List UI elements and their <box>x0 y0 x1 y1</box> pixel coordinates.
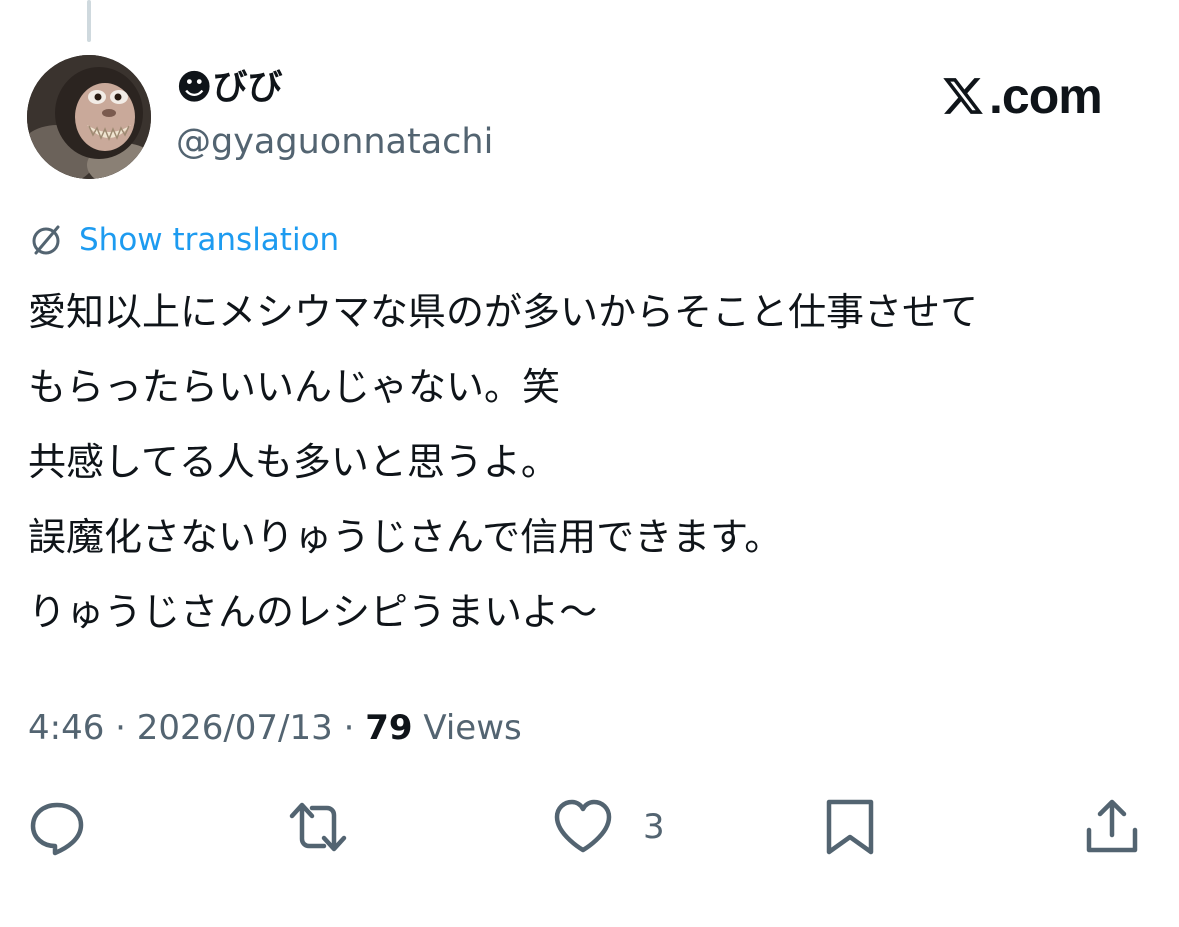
thread-connector-line <box>87 0 91 42</box>
bookmark-button[interactable] <box>820 797 880 857</box>
views-count: 79 <box>365 708 413 748</box>
retweet-icon <box>289 802 347 852</box>
show-translation-link[interactable]: Show translation <box>28 218 339 262</box>
views-label: Views <box>423 708 522 748</box>
post-time[interactable]: 4:46 <box>28 708 104 748</box>
author-display-name[interactable]: ☻びび <box>176 66 283 110</box>
show-translation-label[interactable]: Show translation <box>79 222 339 258</box>
post-text-line: 共感してる人も多いと思うよ。 <box>28 440 559 484</box>
reply-icon <box>30 802 84 856</box>
retweet-button[interactable] <box>288 797 348 857</box>
heart-icon <box>554 799 612 853</box>
monkey-avatar-icon <box>27 55 151 179</box>
translate-icon <box>32 225 60 255</box>
share-icon <box>1086 799 1138 853</box>
post-text-line: もらったらいいんじゃない。笑 <box>28 365 561 409</box>
post-date[interactable]: 2026/07/13 <box>137 708 333 748</box>
avatar[interactable] <box>27 55 151 179</box>
brand-domain-text: .com <box>989 68 1103 124</box>
x-logo-icon <box>943 78 983 114</box>
post-text: 愛知以上にメシウマな県のが多いからそこと仕事させて もらったらいいんじゃない。笑… <box>28 275 1158 650</box>
post-metadata: 4:46 · 2026/07/13 · 79 Views <box>28 706 522 750</box>
brand-logo: .com <box>940 66 1103 126</box>
post-text-line: 愛知以上にメシウマな県のが多いからそこと仕事させて <box>28 290 979 334</box>
author-handle[interactable]: @gyaguonnatachi <box>176 120 493 164</box>
like-button[interactable]: 3 <box>553 797 665 857</box>
reply-button[interactable] <box>27 797 87 857</box>
post-text-line: 誤魔化さないりゅうじさんで信用できます。 <box>28 515 783 559</box>
share-button[interactable] <box>1082 797 1142 857</box>
like-count: 3 <box>643 807 665 847</box>
post-text-line: りゅうじさんのレシピうまいよ〜 <box>28 590 598 634</box>
meta-separator: · <box>343 708 355 748</box>
meta-separator: · <box>115 708 126 748</box>
bookmark-icon <box>826 799 874 855</box>
